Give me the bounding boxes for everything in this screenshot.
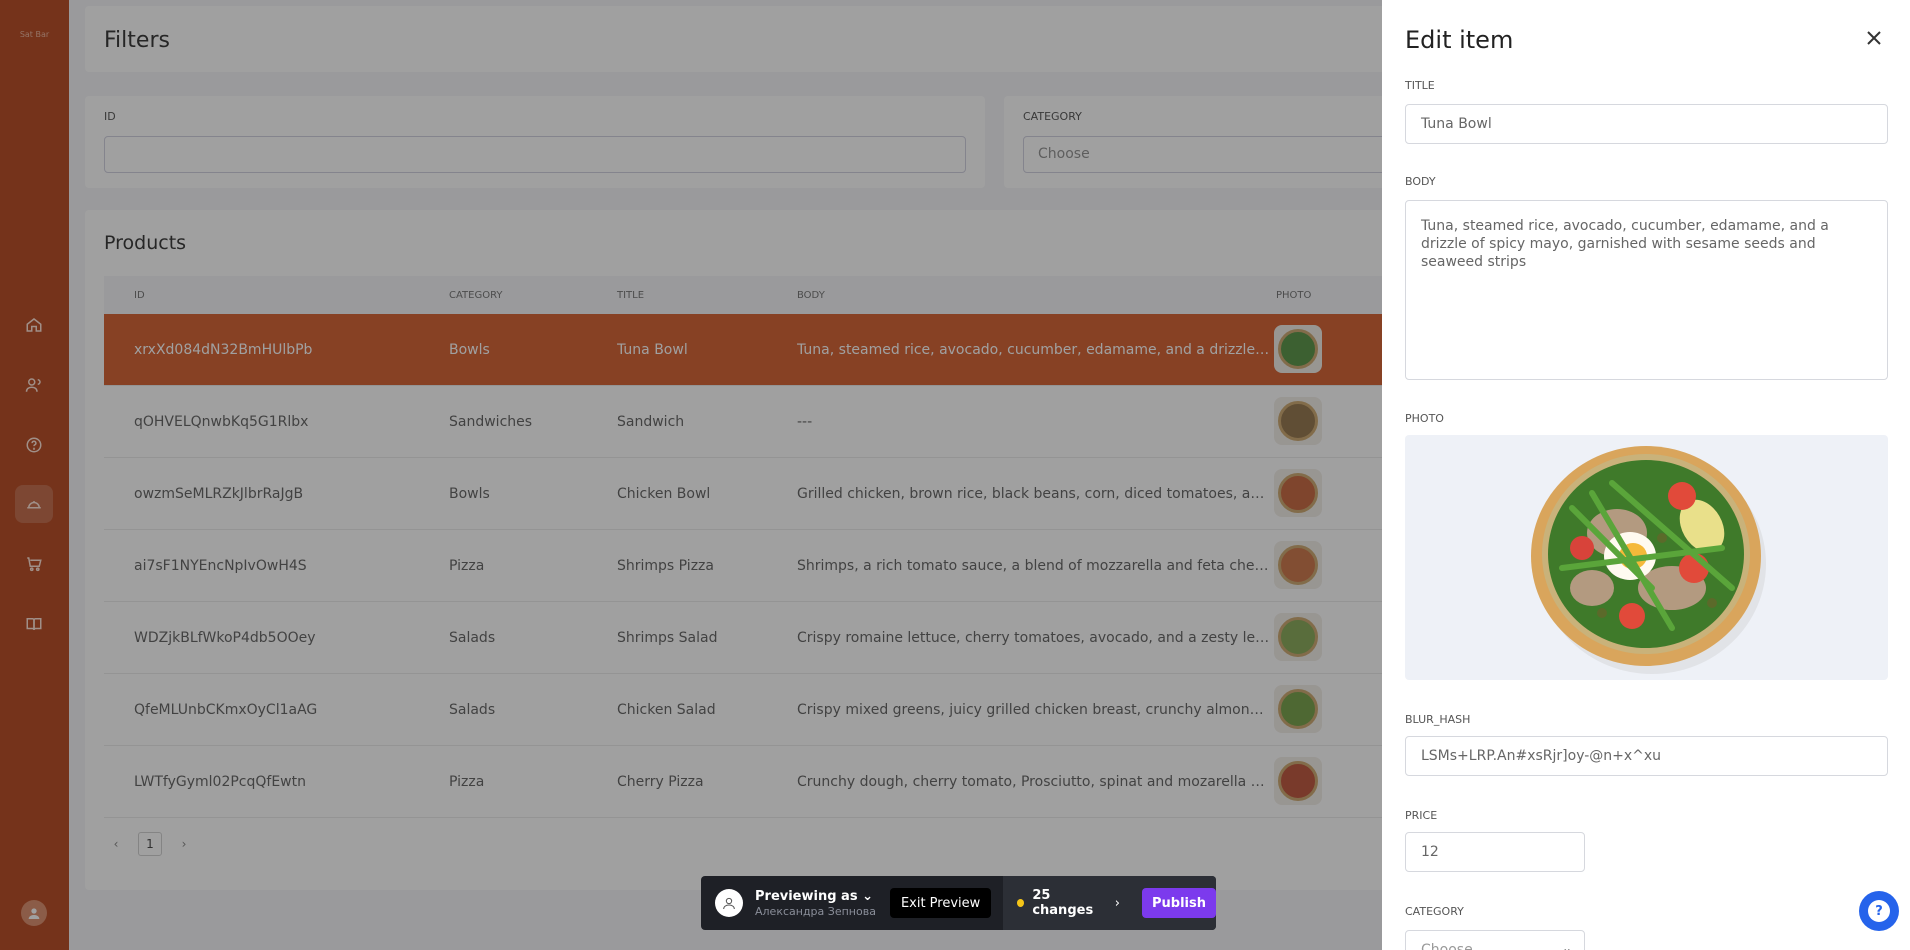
close-icon[interactable] xyxy=(1862,26,1886,50)
tuna-bowl-photo xyxy=(1530,445,1766,674)
preview-user-icon xyxy=(715,889,743,917)
question-icon: ? xyxy=(1868,900,1890,922)
price-input[interactable]: 12 xyxy=(1405,832,1585,872)
preview-bar: Previewing as ⌄ Александра Зепнова Exit … xyxy=(701,876,1216,930)
changes-button[interactable]: 25 changes xyxy=(1032,888,1108,918)
help-button[interactable]: ? xyxy=(1859,891,1899,931)
title-input[interactable]: Tuna Bowl xyxy=(1405,104,1888,144)
exit-preview-button[interactable]: Exit Preview xyxy=(889,888,992,918)
blur-hash-input[interactable]: LSMs+LRP.An#xsRjr]oy-@n+x^xu xyxy=(1405,736,1888,776)
category-select-value: Choose xyxy=(1421,942,1473,950)
price-label: PRICE xyxy=(1405,809,1438,822)
photo-label: PHOTO xyxy=(1405,412,1444,425)
changes-indicator-dot xyxy=(1017,899,1025,907)
modal-overlay[interactable] xyxy=(0,0,1382,950)
chevron-down-icon: ⌄ xyxy=(1561,941,1572,950)
preview-user-name: Александра Зепнова xyxy=(755,904,876,918)
body-textarea[interactable]: Tuna, steamed rice, avocado, cucumber, e… xyxy=(1405,200,1888,380)
edit-item-drawer: Edit item TITLE Tuna Bowl BODY Tuna, ste… xyxy=(1382,0,1910,950)
blur-hash-label: BLUR_HASH xyxy=(1405,713,1471,726)
publish-button[interactable]: Publish xyxy=(1142,888,1216,918)
preview-user-switcher[interactable]: Previewing as ⌄ Александра Зепнова xyxy=(755,889,876,918)
drawer-title: Edit item xyxy=(1405,26,1514,54)
preview-title: Previewing as xyxy=(755,888,858,904)
photo-upload[interactable] xyxy=(1405,435,1888,680)
category-label: CATEGORY xyxy=(1405,905,1464,918)
chevron-right-icon: › xyxy=(1114,895,1120,911)
body-label: BODY xyxy=(1405,175,1436,188)
title-label: TITLE xyxy=(1405,79,1435,92)
chevron-down-icon: ⌄ xyxy=(862,888,874,904)
category-select[interactable]: Choose ⌄ xyxy=(1405,930,1585,950)
